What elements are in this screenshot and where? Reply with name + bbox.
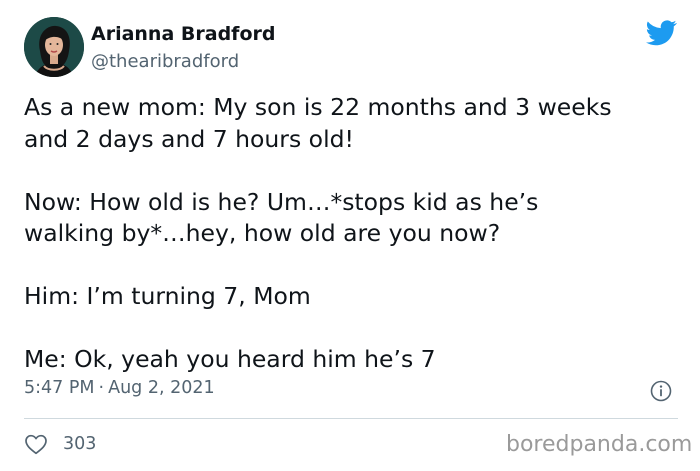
tweet-time[interactable]: 5:47 PM	[24, 378, 95, 398]
tweet-timestamp[interactable]: 5:47 PM · Aug 2, 2021	[24, 378, 215, 398]
tweet-paragraph: Him: I’m turning 7, Mom	[24, 282, 311, 310]
author-display-name[interactable]: Arianna Bradford	[91, 23, 275, 45]
twitter-bird-icon[interactable]	[646, 20, 677, 46]
tweet-card: Arianna Bradford @thearibradford As a ne…	[0, 0, 700, 471]
info-icon[interactable]	[650, 380, 672, 402]
tweet-paragraph: Now: How old is he? Um…*stops kid as he’…	[24, 187, 539, 248]
tweet-paragraph: Me: Ok, yeah you heard him he’s 7	[24, 345, 436, 373]
tweet-date[interactable]: Aug 2, 2021	[108, 378, 215, 398]
meta-separator: ·	[98, 378, 105, 398]
heart-icon[interactable]	[24, 433, 48, 455]
avatar-illustration	[24, 17, 84, 77]
avatar[interactable]	[24, 17, 84, 77]
watermark: boredpanda.com	[506, 432, 693, 457]
like-button[interactable]: 303	[24, 431, 96, 457]
divider	[24, 418, 678, 419]
author-handle[interactable]: @thearibradford	[91, 51, 239, 72]
tweet-paragraph: As a new mom: My son is 22 months and 3 …	[24, 93, 612, 153]
like-count: 303	[63, 434, 97, 454]
tweet-text: As a new mom: My son is 22 months and 3 …	[24, 92, 684, 376]
